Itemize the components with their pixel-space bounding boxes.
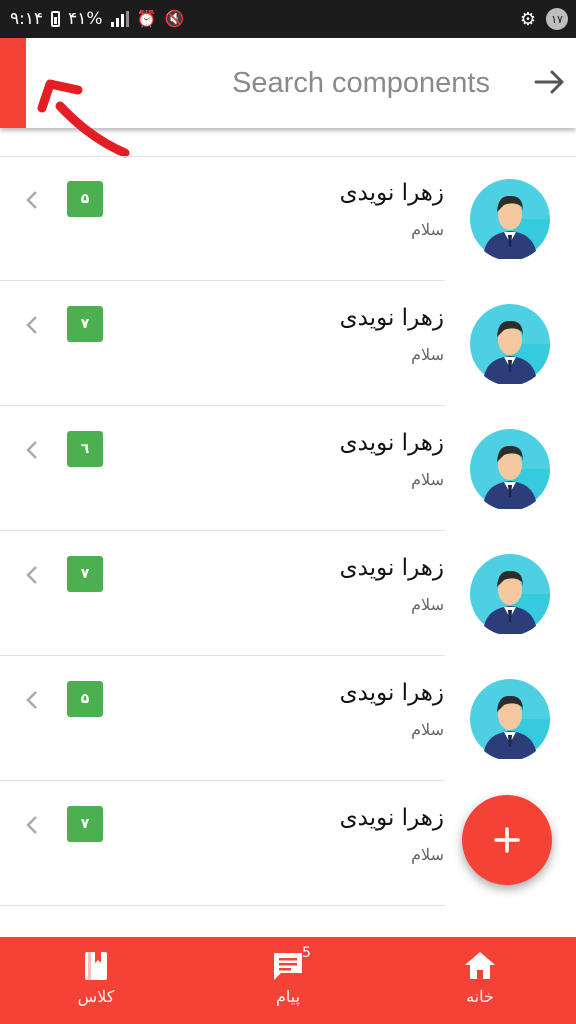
contact-name: زهرا نویدی xyxy=(339,680,444,706)
list-item[interactable]: ٦ زهرا نویدی سلام xyxy=(0,406,576,531)
chevron-left-icon xyxy=(26,441,37,459)
chevron-left-icon xyxy=(26,691,37,709)
chevron-left-icon xyxy=(26,816,37,834)
unread-count-badge: ۷ xyxy=(67,306,103,342)
unread-count-badge: ۷ xyxy=(67,556,103,592)
conversation-list: ۵ زهرا نویدی سلام ۷ زهرا نویدی سلام ٦ زه… xyxy=(0,156,576,906)
last-message: سلام xyxy=(411,845,444,864)
list-item[interactable]: ۵ زهرا نویدی سلام xyxy=(0,156,576,281)
unread-count-badge: ٦ xyxy=(67,431,103,467)
plus-icon xyxy=(494,827,520,853)
notification-badge: ۱۷ xyxy=(546,8,568,30)
list-item[interactable]: ۷ زهرا نویدی سلام xyxy=(0,531,576,656)
arrow-right-icon[interactable] xyxy=(530,62,570,102)
last-message: سلام xyxy=(411,345,444,364)
chevron-left-icon xyxy=(26,191,37,209)
book-icon xyxy=(85,952,107,980)
person-avatar xyxy=(470,554,550,634)
message-icon xyxy=(274,953,302,980)
person-avatar xyxy=(470,679,550,759)
last-message: سلام xyxy=(411,470,444,489)
last-message: سلام xyxy=(411,720,444,739)
nav-item-home[interactable]: خانه xyxy=(384,937,576,1024)
chevron-left-icon xyxy=(26,566,37,584)
contact-name: زهرا نویدی xyxy=(339,805,444,831)
battery-icon xyxy=(51,11,61,27)
contact-name: زهرا نویدی xyxy=(339,305,444,331)
person-avatar xyxy=(470,429,550,509)
add-button[interactable] xyxy=(462,795,552,885)
bottom-navigation: کلاس 5 پیام خانه xyxy=(0,937,576,1024)
last-message: سلام xyxy=(411,595,444,614)
signal-icon xyxy=(110,11,129,27)
home-icon xyxy=(465,952,495,979)
unread-count-badge: ۵ xyxy=(67,181,103,217)
contact-name: زهرا نویدی xyxy=(339,430,444,456)
alarm-icon: ⏰ xyxy=(136,9,157,28)
messages-count: 5 xyxy=(302,945,311,961)
search-bar xyxy=(0,38,576,128)
last-message: سلام xyxy=(411,220,444,239)
status-time: ۹:۱۴ xyxy=(10,9,44,29)
list-item[interactable]: ۷ زهرا نویدی سلام xyxy=(0,281,576,406)
drawer-edge[interactable] xyxy=(0,38,26,128)
nav-label-classes: کلاس xyxy=(77,987,115,1006)
list-item[interactable]: ۵ زهرا نویدی سلام xyxy=(0,656,576,781)
nav-label-messages: پیام xyxy=(275,987,301,1006)
person-avatar xyxy=(470,304,550,384)
search-input[interactable] xyxy=(40,58,490,108)
nav-item-classes[interactable]: کلاس xyxy=(0,937,192,1024)
nav-label-home: خانه xyxy=(466,987,494,1006)
status-bar: ۹:۱۴ ۴۱% ⏰ 🔇 ⚙ ۱۷ xyxy=(0,0,576,38)
nav-item-messages[interactable]: 5 پیام xyxy=(192,937,384,1024)
unread-count-badge: ۵ xyxy=(67,681,103,717)
contact-name: زهرا نویدی xyxy=(339,180,444,206)
settings-icon: ⚙ xyxy=(519,8,536,30)
contact-name: زهرا نویدی xyxy=(339,555,444,581)
chevron-left-icon xyxy=(26,316,37,334)
unread-count-badge: ۷ xyxy=(67,806,103,842)
mute-icon: 🔇 xyxy=(164,9,185,28)
row-divider xyxy=(0,905,445,906)
battery-percent: ۴۱% xyxy=(68,9,103,29)
person-avatar xyxy=(470,179,550,259)
